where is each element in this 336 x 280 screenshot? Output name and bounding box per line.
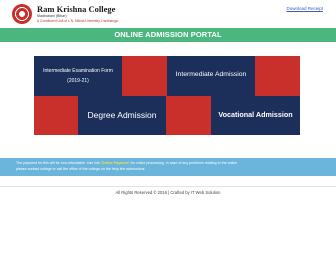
college-logo xyxy=(12,4,32,24)
notice-text-line2: please contact college or call the offic… xyxy=(16,167,146,171)
notice-text: The payment for this will be non-refunda… xyxy=(16,161,237,165)
intermediate-admission-label: Intermediate Admission xyxy=(175,71,247,78)
degree-admission-tile[interactable]: Degree Admission xyxy=(78,96,166,135)
college-name: Ram Krishna College xyxy=(37,4,116,14)
vocational-admission-tile[interactable]: Vocational Admission xyxy=(211,96,300,135)
college-subtitle: Madhubani (Bihar) xyxy=(37,14,67,18)
college-affiliation: A Constituent Unit of L.N. Mithila Unive… xyxy=(37,19,118,23)
decorative-red-block xyxy=(166,96,211,135)
intermediate-exam-form-tile[interactable]: Intermediate Examination Form (2019-21) xyxy=(34,56,122,96)
vocational-admission-label: Vocational Admission xyxy=(218,110,293,119)
online-payment-link[interactable]: 'Online Payment' xyxy=(101,161,130,165)
download-receipt-link[interactable]: Download Receipt xyxy=(286,6,323,11)
notice-text-post: for online processing. In case of any pr… xyxy=(130,161,238,165)
notice-text-pre: The payment for this will be non-refunda… xyxy=(16,161,100,165)
copyright-text: All Rights Reserved © 2016 | Crafted by … xyxy=(115,190,221,195)
decorative-red-block xyxy=(34,96,78,135)
notice-banner: The payment for this will be non-refunda… xyxy=(0,158,336,176)
intermediate-admission-tile[interactable]: Intermediate Admission xyxy=(167,56,255,96)
decorative-red-block xyxy=(122,56,167,96)
decorative-red-block xyxy=(255,56,300,96)
footer-divider xyxy=(0,186,336,187)
portal-title: ONLINE ADMISSION PORTAL xyxy=(0,28,336,42)
intermediate-exam-form-label: Intermediate Examination Form xyxy=(43,68,113,74)
site-header: Ram Krishna College Madhubani (Bihar) A … xyxy=(0,0,336,28)
degree-admission-label: Degree Admission xyxy=(87,110,157,120)
intermediate-exam-form-year: (2019-21) xyxy=(67,78,89,84)
